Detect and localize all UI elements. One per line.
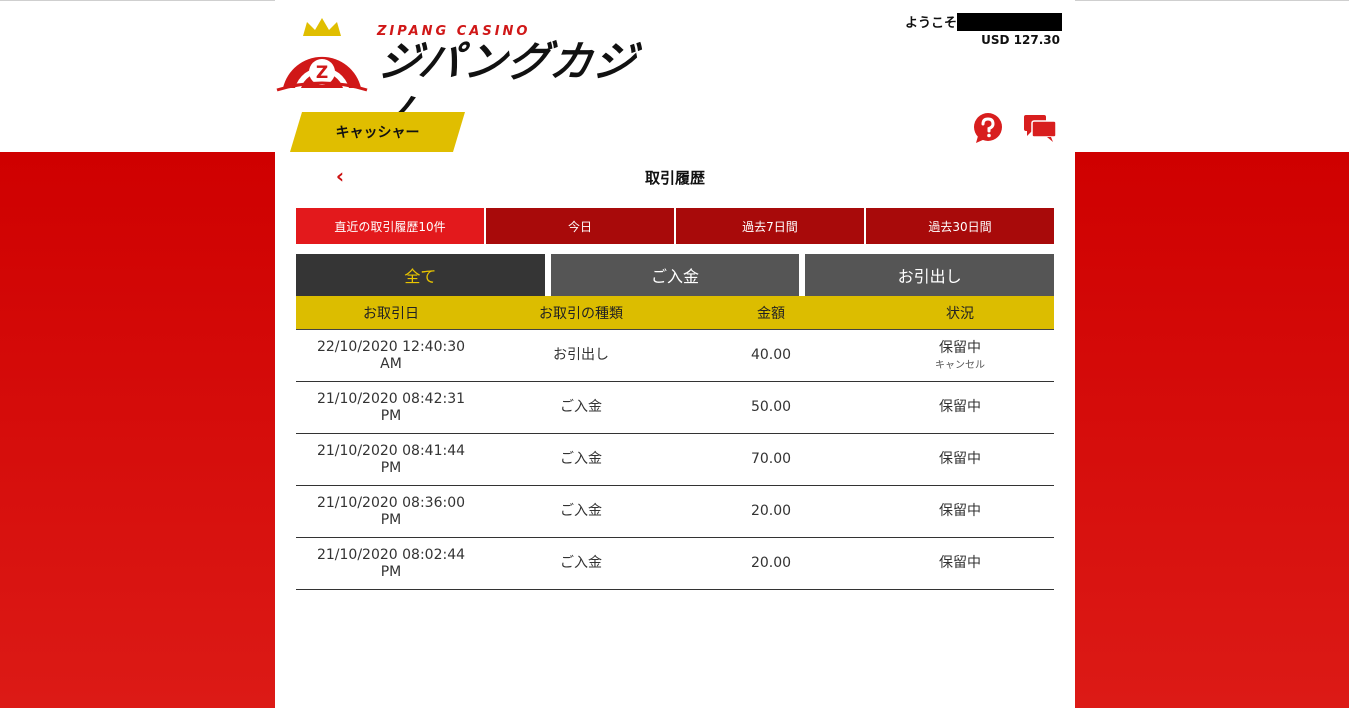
page-title: 取引履歴	[644, 169, 705, 187]
cell-status: 保留中	[866, 486, 1054, 537]
cell-status: 保留中	[866, 382, 1054, 433]
period-tab-recent-10[interactable]: 直近の取引履歴10件	[296, 208, 484, 244]
header-date: お取引日	[363, 305, 419, 322]
transaction-table: お取引日 お取引の種類 金額 状況 22/10/2020 12:40:30 AM…	[296, 296, 1054, 590]
status-text: 保留中	[939, 339, 981, 356]
header-amount: 金額	[757, 305, 785, 322]
zipang-casino-logo[interactable]: Z ZIPANG CASINO ジパングカジノ	[275, 14, 665, 138]
date-ampm: PM	[380, 407, 402, 424]
cell-type: ご入金	[560, 399, 602, 415]
cell-type: お引出し	[553, 347, 609, 363]
date-time: 21/10/2020 08:42:31	[316, 390, 466, 407]
cashier-panel: Z ZIPANG CASINO ジパングカジノ ようこそ USD 127.30 …	[275, 0, 1075, 708]
cancel-link[interactable]: キャンセル	[935, 359, 985, 372]
cell-date: 21/10/2020 08:42:31 PM	[296, 382, 486, 433]
emblem-letter: Z	[316, 63, 328, 83]
type-tab-all[interactable]: 全て	[296, 254, 545, 296]
status-text: 保留中	[939, 555, 981, 571]
cell-type: ご入金	[560, 503, 602, 519]
cell-amount: 70.00	[750, 451, 792, 467]
cell-type: ご入金	[560, 451, 602, 467]
cell-status: 保留中 キャンセル	[866, 330, 1054, 381]
cell-date: 21/10/2020 08:36:00 PM	[296, 486, 486, 537]
date-time: 21/10/2020 08:41:44	[316, 442, 466, 459]
date-ampm: PM	[380, 563, 402, 580]
date-ampm: AM	[380, 355, 402, 372]
header-status: 状況	[946, 305, 974, 322]
period-tab-last-7-days[interactable]: 過去7日間	[676, 208, 864, 244]
table-row: 21/10/2020 08:36:00 PM ご入金 20.00 保留中	[296, 486, 1054, 538]
cell-type: ご入金	[560, 555, 602, 571]
cashier-tab[interactable]: キャッシャー	[290, 112, 465, 152]
period-tab-today[interactable]: 今日	[486, 208, 674, 244]
status-text: 保留中	[939, 503, 981, 519]
table-header: お取引日 お取引の種類 金額 状況	[296, 296, 1054, 330]
type-tab-withdrawal[interactable]: お引出し	[805, 254, 1055, 296]
date-time: 21/10/2020 08:36:00	[316, 494, 466, 511]
date-ampm: PM	[380, 459, 402, 476]
status-text: 保留中	[939, 451, 981, 467]
cell-status: 保留中	[866, 434, 1054, 485]
cell-amount: 20.00	[750, 503, 792, 519]
question-circle-icon[interactable]	[972, 112, 1004, 144]
period-tab-last-30-days[interactable]: 過去30日間	[866, 208, 1054, 244]
date-time: 22/10/2020 12:40:30	[316, 338, 466, 355]
table-row: 21/10/2020 08:41:44 PM ご入金 70.00 保留中	[296, 434, 1054, 486]
cell-date: 21/10/2020 08:02:44 PM	[296, 538, 486, 589]
period-tabs: 直近の取引履歴10件 今日 過去7日間 過去30日間	[296, 208, 1054, 244]
cashier-tab-label: キャッシャー	[335, 125, 420, 141]
username-redacted	[957, 13, 1062, 31]
welcome-label: ようこそ	[905, 16, 958, 31]
table-row: 21/10/2020 08:02:44 PM ご入金 20.00 保留中	[296, 538, 1054, 590]
cell-amount: 50.00	[750, 399, 792, 415]
account-balance: USD 127.30	[981, 33, 1060, 47]
cell-amount: 40.00	[750, 347, 792, 363]
type-tab-deposit[interactable]: ご入金	[550, 254, 800, 296]
cell-date: 21/10/2020 08:41:44 PM	[296, 434, 486, 485]
date-time: 21/10/2020 08:02:44	[316, 546, 466, 563]
cell-date: 22/10/2020 12:40:30 AM	[296, 330, 486, 381]
status-text: 保留中	[939, 399, 981, 415]
date-ampm: PM	[380, 511, 402, 528]
table-row: 22/10/2020 12:40:30 AM お引出し 40.00 保留中 キャ…	[296, 330, 1054, 382]
header-type: お取引の種類	[539, 305, 623, 322]
crown-roulette-icon: Z	[276, 18, 368, 92]
cell-amount: 20.00	[750, 555, 792, 571]
cell-status: 保留中	[866, 538, 1054, 589]
table-row: 21/10/2020 08:42:31 PM ご入金 50.00 保留中	[296, 382, 1054, 434]
chat-bubbles-icon[interactable]	[1023, 113, 1057, 143]
type-tabs: 全て ご入金 お引出し	[296, 254, 1055, 296]
